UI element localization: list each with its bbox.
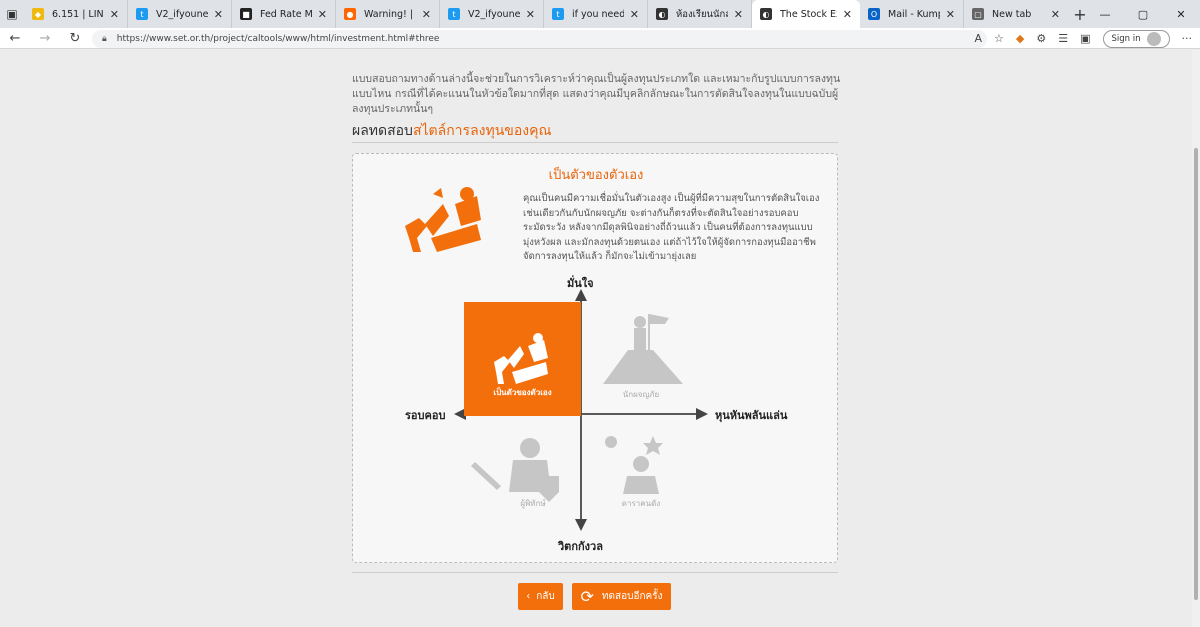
browser-tab-active[interactable]: ◐ The Stock Exchan ✕ bbox=[752, 0, 860, 28]
scrollbar-thumb[interactable] bbox=[1194, 148, 1198, 600]
tab-close-icon[interactable]: ✕ bbox=[946, 8, 955, 21]
tab-favicon-icon: t bbox=[448, 8, 460, 20]
read-aloud-icon[interactable]: A bbox=[974, 32, 982, 45]
refresh-icon: ⟳ bbox=[580, 587, 594, 606]
guardian-icon bbox=[471, 438, 559, 502]
avatar bbox=[1146, 31, 1161, 46]
browser-tab[interactable]: t V2_ifyouneedme ✕ bbox=[128, 0, 232, 28]
close-window-icon[interactable]: ✕ bbox=[1162, 0, 1200, 28]
tab-close-icon[interactable]: ✕ bbox=[422, 8, 431, 21]
collections-icon[interactable]: ▣ bbox=[1080, 32, 1090, 45]
tab-title: New tab bbox=[992, 8, 1032, 20]
browser-toolbar: ← → ↻ 🔒︎ https://www.set.or.th/project/c… bbox=[0, 28, 1200, 49]
tab-favicon-icon: ■ bbox=[240, 8, 252, 20]
section-title-prefix: ผลทดสอบ bbox=[352, 123, 413, 139]
divider bbox=[352, 572, 838, 573]
tab-close-icon[interactable]: ✕ bbox=[318, 8, 327, 21]
page-content: แบบสอบถามทางด้านล่างนี้จะช่วยในการวิเครา… bbox=[0, 50, 1192, 627]
tab-title: ห้องเรียนนักลงทุน bbox=[676, 8, 728, 20]
tab-favicon-icon: ● bbox=[344, 8, 356, 20]
retry-test-button[interactable]: ⟳ ทดสอบอีกครั้ง bbox=[572, 583, 671, 610]
axis-label-careful: รอบคอบ bbox=[405, 409, 446, 422]
divider bbox=[352, 142, 838, 143]
quadrant-label-adventurer: นักผจญภัย bbox=[622, 390, 660, 399]
browser-tab[interactable]: ◆ 6.151 | LINKUSDT ✕ bbox=[24, 0, 128, 28]
browser-tab[interactable]: ▢ New tab ✕ bbox=[964, 0, 1068, 28]
extensions-icon[interactable]: ⚙ bbox=[1036, 32, 1046, 45]
tab-favicon-icon: t bbox=[136, 8, 148, 20]
section-title-accent: สไตล์การลงทุนของคุณ bbox=[412, 123, 552, 139]
minimize-icon[interactable]: — bbox=[1086, 0, 1124, 28]
quadrant-label-guardian: ผู้พิทักษ์ bbox=[520, 499, 546, 508]
tab-title: 6.151 | LINKUSDT bbox=[52, 8, 104, 20]
tab-favicon-icon: ◐ bbox=[656, 8, 668, 20]
favorites-list-icon[interactable]: ☰ bbox=[1058, 32, 1068, 45]
adventurer-icon bbox=[603, 314, 683, 384]
quadrant-label-celebrity: ดาราคนดัง bbox=[621, 499, 661, 508]
address-url: https://www.set.or.th/project/caltools/w… bbox=[116, 33, 440, 44]
toolbar-actions: A ☆ ◆ ⚙ ☰ ▣ Sign in ··· bbox=[974, 28, 1192, 49]
intro-text: แบบสอบถามทางด้านล่างนี้จะช่วยในการวิเครา… bbox=[352, 73, 841, 115]
more-menu-icon[interactable]: ··· bbox=[1182, 32, 1193, 45]
tab-title: Warning! | There bbox=[364, 8, 416, 20]
tab-close-icon[interactable]: ✕ bbox=[214, 8, 223, 21]
browser-tab[interactable]: t V2_ifyouneedme ✕ bbox=[440, 0, 544, 28]
tab-close-icon[interactable]: ✕ bbox=[526, 8, 535, 21]
page-scrollbar[interactable] bbox=[1192, 50, 1200, 627]
tab-title: if you need me, i bbox=[572, 8, 624, 20]
tab-close-icon[interactable]: ✕ bbox=[1051, 8, 1060, 21]
quadrant-label-independent: เป็นตัวของตัวเอง bbox=[493, 388, 552, 397]
chevron-left-icon: ‹ bbox=[526, 591, 531, 602]
sign-in-button[interactable]: Sign in bbox=[1102, 29, 1170, 48]
browser-tab[interactable]: ● Warning! | There ✕ bbox=[336, 0, 440, 28]
quadrant-axes bbox=[454, 289, 708, 531]
sign-in-label: Sign in bbox=[1111, 33, 1141, 44]
browser-tab-strip: ▣ ◆ 6.151 | LINKUSDT ✕ t V2_ifyouneedme … bbox=[0, 0, 1200, 28]
metamask-extension-icon[interactable]: ◆ bbox=[1016, 32, 1024, 45]
lock-icon: 🔒︎ bbox=[102, 33, 107, 44]
browser-tab[interactable]: O Mail - Kumpon R ✕ bbox=[860, 0, 964, 28]
result-card: เป็นตัวของตัวเอง คุณเป็นคนมีความเชื่อมั่… bbox=[352, 153, 838, 563]
retry-button-label: ทดสอบอีกครั้ง bbox=[601, 591, 663, 602]
axis-label-anxious: วิตกกังวล bbox=[558, 540, 603, 553]
tab-favicon-icon: ◆ bbox=[32, 8, 44, 20]
back-arrow-icon[interactable]: ← bbox=[0, 31, 30, 46]
tab-title: V2_ifyouneedme bbox=[156, 8, 208, 20]
tab-close-icon[interactable]: ✕ bbox=[734, 8, 743, 21]
tab-title: Fed Rate Monitor bbox=[260, 8, 312, 20]
tab-title: V2_ifyouneedme bbox=[468, 8, 520, 20]
forward-arrow-icon[interactable]: → bbox=[30, 31, 60, 46]
tab-favicon-icon: t bbox=[552, 8, 564, 20]
tab-title: The Stock Exchan bbox=[780, 8, 837, 20]
browser-tab[interactable]: ■ Fed Rate Monitor ✕ bbox=[232, 0, 336, 28]
tab-close-icon[interactable]: ✕ bbox=[630, 8, 639, 21]
back-button-label: กลับ bbox=[536, 591, 555, 602]
window-controls: — ▢ ✕ bbox=[1086, 0, 1200, 28]
axis-label-confident: มั่นใจ bbox=[567, 277, 594, 290]
back-button[interactable]: ‹ กลับ bbox=[518, 583, 563, 610]
section-title: ผลทดสอบสไตล์การลงทุนของคุณ bbox=[352, 120, 551, 142]
refresh-icon[interactable]: ↻ bbox=[60, 31, 90, 46]
browser-tab[interactable]: ◐ ห้องเรียนนักลงทุน ✕ bbox=[648, 0, 752, 28]
tab-favicon-icon: ▢ bbox=[972, 8, 984, 20]
tab-favicon-icon: ◐ bbox=[760, 8, 772, 20]
workspaces-icon[interactable]: ▣ bbox=[0, 0, 24, 28]
favorite-star-icon[interactable]: ☆ bbox=[994, 32, 1004, 45]
browser-tab[interactable]: t if you need me, i ✕ bbox=[544, 0, 648, 28]
tab-close-icon[interactable]: ✕ bbox=[110, 8, 119, 21]
maximize-icon[interactable]: ▢ bbox=[1124, 0, 1162, 28]
tab-favicon-icon: O bbox=[868, 8, 880, 20]
celebrity-icon bbox=[605, 436, 663, 494]
tab-title: Mail - Kumpon R bbox=[888, 8, 940, 20]
tab-close-icon[interactable]: ✕ bbox=[843, 8, 852, 21]
address-bar[interactable]: 🔒︎ https://www.set.or.th/project/caltool… bbox=[92, 29, 987, 48]
axis-label-impulsive: หุนหันพลันแล่น bbox=[715, 409, 788, 422]
